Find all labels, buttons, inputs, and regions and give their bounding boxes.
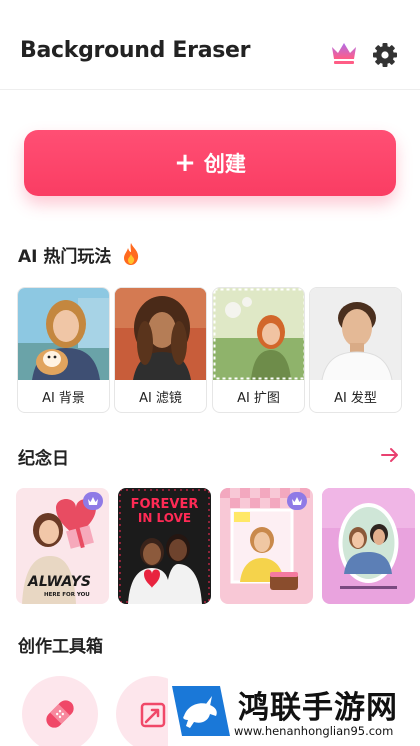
ai-card-label: AI 背景 (42, 391, 85, 406)
app-title: Background Eraser (20, 38, 251, 63)
anniversary-card-birthday[interactable] (220, 488, 313, 604)
watermark-url: www.henanhonglian95.com (234, 724, 394, 738)
anniversary-card-couple-oval[interactable] (322, 488, 415, 604)
crown-icon[interactable] (330, 40, 358, 66)
ai-section-title: AI 热门玩法 (18, 247, 112, 267)
always-text: ALWAYS (27, 574, 91, 590)
arrow-right-icon[interactable] (380, 446, 400, 464)
watermark: 鸿联手游网 www.henanhonglian95.com (168, 678, 420, 746)
ai-card-background[interactable]: AI 背景 (17, 287, 110, 413)
ai-card-hairstyle[interactable]: AI 发型 (309, 287, 402, 413)
plus-icon: + (174, 148, 196, 178)
watermark-text: 鸿联手游网 (238, 690, 398, 726)
ai-card-expand[interactable]: AI 扩图 (212, 287, 305, 413)
in-love-text: IN LOVE (138, 511, 191, 525)
ai-card-label: AI 发型 (334, 391, 377, 406)
tools-section-title: 创作工具箱 (18, 637, 103, 657)
create-button-label: 创建 (203, 152, 246, 176)
watermark-logo (172, 686, 230, 736)
ai-expand-thumbnail (213, 288, 304, 380)
anniversary-section-title: 纪念日 (18, 449, 69, 469)
app-header: Background Eraser (0, 0, 420, 90)
ai-hairstyle-thumbnail (310, 288, 401, 380)
vip-crown-icon (287, 492, 307, 510)
ai-background-thumbnail (18, 288, 109, 380)
gear-icon[interactable] (370, 40, 400, 70)
here-for-you-text: HERE FOR YOU (44, 592, 90, 598)
ai-card-label: AI 扩图 (237, 391, 280, 406)
forever-text: FOREVER (131, 497, 199, 512)
ai-card-label: AI 滤镜 (139, 391, 182, 406)
bandage-icon[interactable] (22, 676, 98, 746)
vip-crown-icon (83, 492, 103, 510)
anniversary-card-forever[interactable]: FOREVER IN LOVE (118, 488, 211, 604)
fire-icon (120, 242, 142, 266)
create-button[interactable]: + 创建 (24, 130, 396, 196)
anniversary-card-always[interactable]: ALWAYS HERE FOR YOU (16, 488, 109, 604)
ai-card-filter[interactable]: AI 滤镜 (114, 287, 207, 413)
ai-filter-thumbnail (115, 288, 206, 380)
